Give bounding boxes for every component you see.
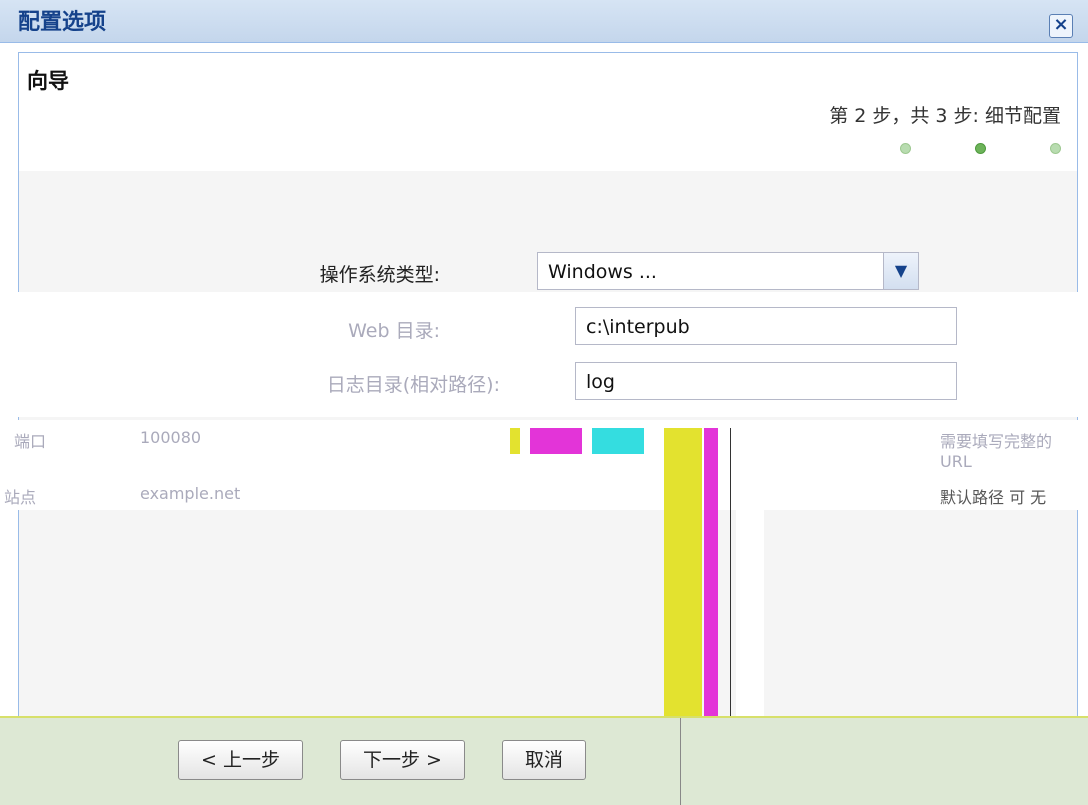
next-button[interactable]: 下一步 > xyxy=(340,740,465,780)
artifact-bar-cyan xyxy=(592,428,644,454)
footer-divider xyxy=(680,718,681,805)
step-dots xyxy=(900,143,1061,154)
web-dir-label: Web 目录: xyxy=(348,320,440,342)
wizard-title: 向导 xyxy=(27,69,69,93)
log-dir-value: log xyxy=(586,371,615,393)
os-type-label: 操作系统类型: xyxy=(319,264,440,286)
web-dir-value: c:\interpub xyxy=(586,316,690,338)
dialog-title: 配置选项 xyxy=(18,10,107,35)
prev-button[interactable]: < 上一步 xyxy=(178,740,303,780)
cancel-button[interactable]: 取消 xyxy=(502,740,587,780)
artifact-line xyxy=(730,428,731,716)
log-dir-input[interactable]: log xyxy=(575,362,957,400)
chevron-down-icon[interactable]: ▼ xyxy=(883,253,918,289)
artifact-white-strip xyxy=(736,428,764,716)
close-icon[interactable]: × xyxy=(1049,14,1073,38)
artifact-label-2: 站点 xyxy=(4,488,37,507)
step-dot-1 xyxy=(900,143,911,154)
wizard-header: 向导 第 2 步，共 3 步: 细节配置 xyxy=(18,52,1078,172)
os-type-value: Windows ... xyxy=(548,261,657,283)
wizard-footer: < 上一步 下一步 > 取消 xyxy=(0,716,1088,805)
step-dot-2 xyxy=(975,143,986,154)
artifact-value-2: example.net xyxy=(140,484,241,503)
artifact-bar-magenta-1 xyxy=(530,428,582,454)
artifact-text-right-1: 需要填写完整的 URL xyxy=(940,432,1053,471)
os-type-select[interactable]: Windows ... ▼ xyxy=(537,252,919,290)
log-dir-label: 日志目录(相对路径): xyxy=(326,374,500,396)
web-dir-input[interactable]: c:\interpub xyxy=(575,307,957,345)
artifact-bar-yellow-1 xyxy=(510,428,520,454)
dialog-title-bar: 配置选项 × xyxy=(0,0,1088,43)
step-dot-3 xyxy=(1050,143,1061,154)
step-indicator-text: 第 2 步，共 3 步: 细节配置 xyxy=(829,105,1061,127)
artifact-value-1: 100080 xyxy=(140,428,202,447)
artifact-bar-yellow-2 xyxy=(664,428,702,716)
artifact-label-1: 端口 xyxy=(14,432,47,451)
artifact-text-right-2: 默认路径 可 无 xyxy=(940,488,1047,507)
artifact-bar-magenta-2 xyxy=(704,428,718,716)
